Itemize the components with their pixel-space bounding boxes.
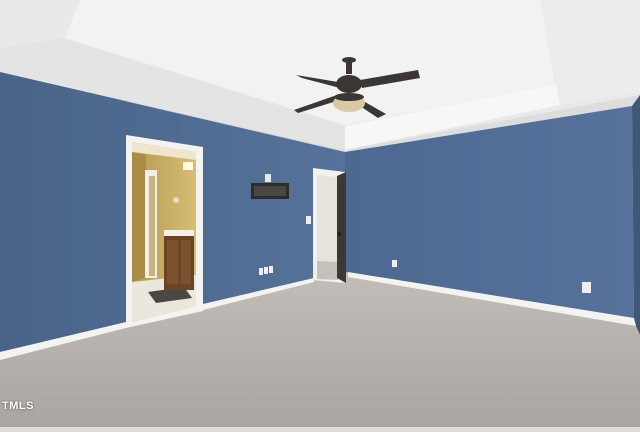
bedroom-illustration xyxy=(0,0,640,427)
wall-frame xyxy=(251,183,289,199)
thermostat xyxy=(265,174,271,182)
watermark-text: TMLS xyxy=(2,400,34,412)
closet-door-edge xyxy=(337,172,346,283)
closet-doorway xyxy=(313,168,346,283)
vanity-light xyxy=(183,162,193,170)
vanity-countertop xyxy=(164,230,194,236)
light-switch xyxy=(306,216,311,224)
bathroom-doorway xyxy=(126,135,203,328)
bedroom-photo: TMLS xyxy=(0,0,640,427)
